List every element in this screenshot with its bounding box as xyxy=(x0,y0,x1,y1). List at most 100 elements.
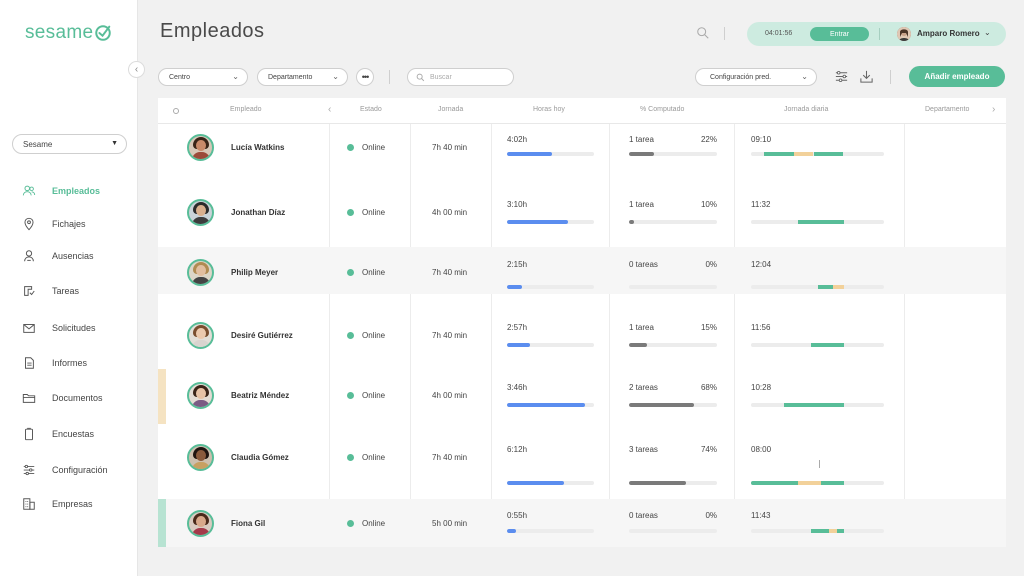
select-all-radio[interactable] xyxy=(173,108,179,114)
table-row[interactable]: Jonathan Díaz Online 4h 00 min 3:10h 1 t… xyxy=(158,185,1006,247)
hours-progress-fill xyxy=(507,403,586,407)
sidebar-item-label: Solicitudes xyxy=(52,323,96,333)
config-select[interactable]: Configuración pred. ⌄ xyxy=(695,68,817,86)
table-row[interactable]: Beatriz Méndez Online 4h 00 min 3:46h 2 … xyxy=(158,369,1006,424)
employee-avatar[interactable] xyxy=(187,382,214,409)
sidebar-item-configuracion[interactable]: Configuración xyxy=(22,459,108,481)
sidebar-item-label: Empresas xyxy=(52,499,93,509)
daily-timeline-bar xyxy=(751,529,884,533)
col-computado[interactable]: % Computado xyxy=(640,106,684,113)
task-count: 0 tareas xyxy=(629,260,658,269)
employee-name[interactable]: Beatriz Méndez xyxy=(231,391,289,400)
employee-avatar[interactable] xyxy=(187,199,214,226)
company-select[interactable]: Sesame ▼ xyxy=(12,134,127,154)
download-icon[interactable] xyxy=(859,69,874,84)
employee-avatar[interactable] xyxy=(187,259,214,286)
table-row[interactable]: Claudia Gómez Online 7h 40 min 6:12h 3 t… xyxy=(158,424,1006,499)
col-estado[interactable]: Estado xyxy=(360,106,382,113)
table-row[interactable]: Fiona Gil Online 5h 00 min 0:55h 0 tarea… xyxy=(158,499,1006,547)
task-icon xyxy=(24,286,35,296)
employee-jornada: 4h 00 min xyxy=(432,208,468,217)
sidebar-item-fichajes[interactable]: Fichajes xyxy=(22,213,86,235)
timeline-segment xyxy=(810,529,830,533)
daily-timeline-bar xyxy=(751,152,884,156)
employee-name[interactable]: Fiona Gil xyxy=(231,519,265,528)
clock-time: 04:01:56 xyxy=(765,30,793,37)
table-row[interactable]: Desiré Gutiérrez Online 7h 40 min 2:57h … xyxy=(158,294,1006,369)
hours-progress-fill xyxy=(507,285,522,289)
employee-name[interactable]: Claudia Gómez xyxy=(231,453,289,462)
search-icon[interactable] xyxy=(696,26,710,40)
employee-status: Online xyxy=(362,208,386,217)
task-count: 1 tarea xyxy=(629,323,654,332)
search-field[interactable] xyxy=(407,68,514,86)
sidebar-item-documentos[interactable]: Documentos xyxy=(22,387,103,409)
day-start-time: 11:43 xyxy=(751,511,771,520)
col-empleado[interactable]: Empleado xyxy=(230,106,262,113)
sidebar-item-informes[interactable]: Informes xyxy=(22,352,87,374)
hours-today: 3:10h xyxy=(507,200,528,209)
clock-in-button[interactable]: Entrar xyxy=(810,27,869,41)
folder-icon xyxy=(22,394,36,403)
employee-name[interactable]: Jonathan Díaz xyxy=(231,208,285,217)
centro-filter[interactable]: Centro ⌄ xyxy=(158,68,248,86)
user-avatar[interactable] xyxy=(897,27,911,41)
employee-name[interactable]: Lucía Watkins xyxy=(231,143,285,152)
sesame-logo[interactable]: sesame xyxy=(25,22,112,44)
hours-progress-bar xyxy=(507,285,594,289)
departamento-filter[interactable]: Departamento ⌄ xyxy=(257,68,348,86)
chevron-down-icon[interactable]: ⌄ xyxy=(984,28,991,37)
building-icon xyxy=(23,498,35,510)
computed-progress-fill xyxy=(629,220,635,224)
employee-avatar[interactable] xyxy=(187,134,214,161)
employee-avatar[interactable] xyxy=(187,510,214,537)
timeline-segment xyxy=(837,529,845,533)
filter-settings-icon[interactable] xyxy=(834,69,849,84)
sidebar-item-solicitudes[interactable]: Solicitudes xyxy=(22,317,96,339)
sidebar-item-ausencias[interactable]: Ausencias xyxy=(22,245,94,267)
row-marker xyxy=(158,294,166,369)
col-jornada-diaria[interactable]: Jornada diaria xyxy=(784,106,828,113)
avatar-face xyxy=(196,328,206,339)
add-employee-button[interactable]: Añadir empleado xyxy=(909,66,1005,87)
collapse-sidebar-button[interactable]: ‹ xyxy=(128,61,145,78)
centro-filter-label: Centro xyxy=(169,73,191,81)
sidebar-item-tareas[interactable]: Tareas xyxy=(22,280,79,302)
row-marker xyxy=(158,247,166,294)
col-horas-hoy[interactable]: Horas hoy xyxy=(533,106,565,113)
table-row[interactable]: Lucía Watkins Online 7h 40 min 4:02h 1 t… xyxy=(158,124,1006,185)
computed-percent: 74% xyxy=(700,445,717,454)
chevron-down-icon: ⌄ xyxy=(232,72,239,81)
employee-name[interactable]: Philip Meyer xyxy=(231,268,278,277)
col-jornada[interactable]: Jornada xyxy=(438,106,463,113)
row-marker xyxy=(158,185,166,247)
employee-name[interactable]: Desiré Gutiérrez xyxy=(231,331,293,340)
daily-timeline-bar xyxy=(751,481,884,485)
chevron-right-icon[interactable]: › xyxy=(992,104,995,115)
avatar-face xyxy=(196,450,206,461)
task-count: 2 tareas xyxy=(629,383,658,392)
chevron-left-icon[interactable]: ‹ xyxy=(328,104,331,115)
avatar-body xyxy=(192,277,210,284)
task-count: 1 tarea xyxy=(629,200,654,209)
col-departamento[interactable]: Departamento xyxy=(925,106,969,113)
employee-status: Online xyxy=(362,268,386,277)
employee-avatar[interactable] xyxy=(187,322,214,349)
online-status-icon xyxy=(347,454,354,461)
sidebar-item-empleados[interactable]: Empleados xyxy=(22,180,100,202)
search-input[interactable] xyxy=(430,73,510,81)
row-marker xyxy=(158,369,166,424)
sidebar-item-empresas[interactable]: Empresas xyxy=(22,493,93,515)
more-filters-button[interactable]: ••• xyxy=(356,68,374,86)
hours-progress-fill xyxy=(507,529,516,533)
user-name[interactable]: Amparo Romero xyxy=(917,29,980,38)
online-status-icon xyxy=(347,269,354,276)
avatar-body xyxy=(192,400,210,407)
row-marker xyxy=(158,124,166,185)
employee-avatar[interactable] xyxy=(187,444,214,471)
timeline-segment xyxy=(764,152,794,156)
sidebar-item-encuestas[interactable]: Encuestas xyxy=(22,423,94,445)
sidebar-item-label: Documentos xyxy=(52,393,103,403)
table-row[interactable]: Philip Meyer Online 7h 40 min 2:15h 0 ta… xyxy=(158,247,1006,294)
timeline-segment xyxy=(797,481,822,485)
